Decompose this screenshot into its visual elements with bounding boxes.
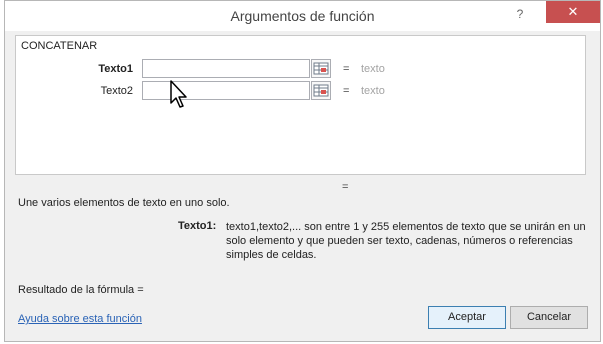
- overall-equals: =: [342, 181, 349, 193]
- title-bar[interactable]: Argumentos de función ? ✕: [5, 1, 600, 31]
- function-name: CONCATENAR: [21, 40, 98, 52]
- texto2-input[interactable]: [142, 81, 310, 100]
- collapse-dialog-button-texto2[interactable]: [311, 81, 331, 100]
- mouse-cursor-icon: [170, 80, 187, 108]
- accept-button[interactable]: Aceptar: [428, 306, 506, 329]
- help-link[interactable]: Ayuda sobre esta función: [18, 313, 142, 325]
- collapse-dialog-button-texto1[interactable]: [311, 59, 331, 78]
- arg-label-texto1: Texto1: [98, 63, 133, 75]
- formula-result: Resultado de la fórmula =: [18, 284, 144, 296]
- function-arguments-dialog: Argumentos de función ? ✕ CONCATENAR Tex…: [4, 0, 601, 342]
- arg-equals-texto1: =: [343, 63, 350, 75]
- texto1-input[interactable]: [142, 59, 310, 78]
- help-icon[interactable]: ?: [510, 5, 530, 23]
- arguments-group: CONCATENAR Texto1 = texto Texto2 = texto: [15, 35, 586, 175]
- arg-help-label: Texto1:: [178, 220, 217, 232]
- range-select-icon: [313, 84, 329, 97]
- arg-result-texto1: texto: [361, 63, 385, 75]
- range-select-icon: [313, 62, 329, 75]
- arg-equals-texto2: =: [343, 85, 350, 97]
- cancel-button[interactable]: Cancelar: [510, 306, 588, 329]
- arg-label-texto2: Texto2: [100, 85, 133, 97]
- function-description: Une varios elementos de texto en uno sol…: [18, 197, 230, 209]
- arg-help-text: texto1,texto2,... son entre 1 y 255 elem…: [226, 221, 586, 261]
- arg-result-texto2: texto: [361, 85, 385, 97]
- close-button[interactable]: ✕: [546, 1, 600, 23]
